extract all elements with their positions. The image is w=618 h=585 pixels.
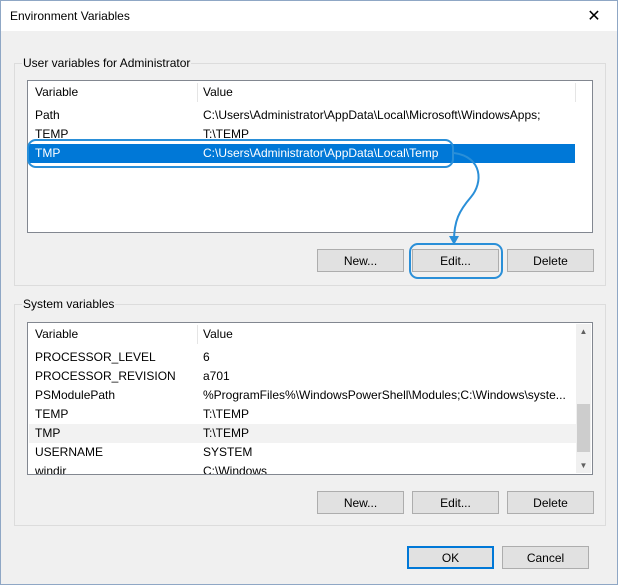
variable-name: TEMP — [35, 407, 69, 421]
system-variables-list[interactable]: Variable Value PROCESSOR_LEVEL 6 PROCESS… — [27, 322, 593, 475]
variable-name: PSModulePath — [35, 388, 116, 402]
vertical-scrollbar[interactable]: ▲ ▼ — [576, 324, 591, 473]
variable-name: USERNAME — [35, 445, 104, 459]
variable-value: T:\TEMP — [203, 407, 250, 421]
title-bar: Environment Variables ✕ — [1, 1, 617, 31]
variable-name: Path — [35, 108, 60, 122]
variable-value: a701 — [203, 369, 230, 383]
cancel-button[interactable]: Cancel — [502, 546, 589, 569]
column-header-value[interactable]: Value — [197, 81, 233, 104]
system-variables-label: System variables — [22, 297, 116, 311]
highlight-tmp-row — [27, 139, 454, 168]
list-item[interactable]: PROCESSOR_REVISION a701 — [29, 367, 576, 386]
variable-name: PROCESSOR_LEVEL — [35, 350, 156, 364]
chevron-down-icon[interactable]: ▼ — [576, 458, 591, 473]
scrollbar-thumb[interactable] — [577, 404, 590, 452]
system-delete-button[interactable]: Delete — [507, 491, 594, 514]
column-divider[interactable] — [575, 83, 576, 102]
list-item[interactable]: windir C:\Windows — [29, 462, 576, 475]
close-icon[interactable]: ✕ — [571, 1, 617, 31]
variable-name: TMP — [35, 426, 61, 440]
column-header-variable[interactable]: Variable — [29, 81, 78, 104]
list-header: Variable Value — [28, 323, 592, 346]
variable-name: PROCESSOR_REVISION — [35, 369, 176, 383]
list-item[interactable]: TEMP T:\TEMP — [29, 405, 576, 424]
list-header: Variable Value — [28, 81, 592, 104]
variable-value: SYSTEM — [203, 445, 253, 459]
variable-value: T:\TEMP — [203, 426, 250, 440]
system-new-button[interactable]: New... — [317, 491, 404, 514]
variable-value: 6 — [203, 350, 210, 364]
chevron-up-icon[interactable]: ▲ — [576, 324, 591, 339]
ok-button[interactable]: OK — [407, 546, 494, 569]
variable-value: %ProgramFiles%\WindowsPowerShell\Modules… — [203, 388, 566, 402]
user-new-button[interactable]: New... — [317, 249, 404, 272]
list-item[interactable]: Path C:\Users\Administrator\AppData\Loca… — [29, 106, 575, 125]
environment-variables-dialog: Environment Variables ✕ User variables f… — [0, 0, 618, 585]
column-header-variable[interactable]: Variable — [29, 323, 78, 346]
list-item[interactable]: PSModulePath %ProgramFiles%\WindowsPower… — [29, 386, 576, 405]
user-delete-button[interactable]: Delete — [507, 249, 594, 272]
column-header-value[interactable]: Value — [197, 323, 233, 346]
list-item[interactable]: PROCESSOR_LEVEL 6 — [29, 348, 576, 367]
window-title: Environment Variables — [10, 9, 130, 23]
user-variables-label: User variables for Administrator — [22, 56, 192, 70]
callout-arrow — [449, 152, 480, 245]
system-edit-button[interactable]: Edit... — [412, 491, 499, 514]
list-item-hovered[interactable]: TMP T:\TEMP — [29, 424, 576, 443]
variable-value: C:\Windows — [203, 464, 268, 475]
list-item[interactable]: USERNAME SYSTEM — [29, 443, 576, 462]
variable-name: windir — [35, 464, 67, 475]
variable-value: C:\Users\Administrator\AppData\Local\Mic… — [203, 108, 541, 122]
